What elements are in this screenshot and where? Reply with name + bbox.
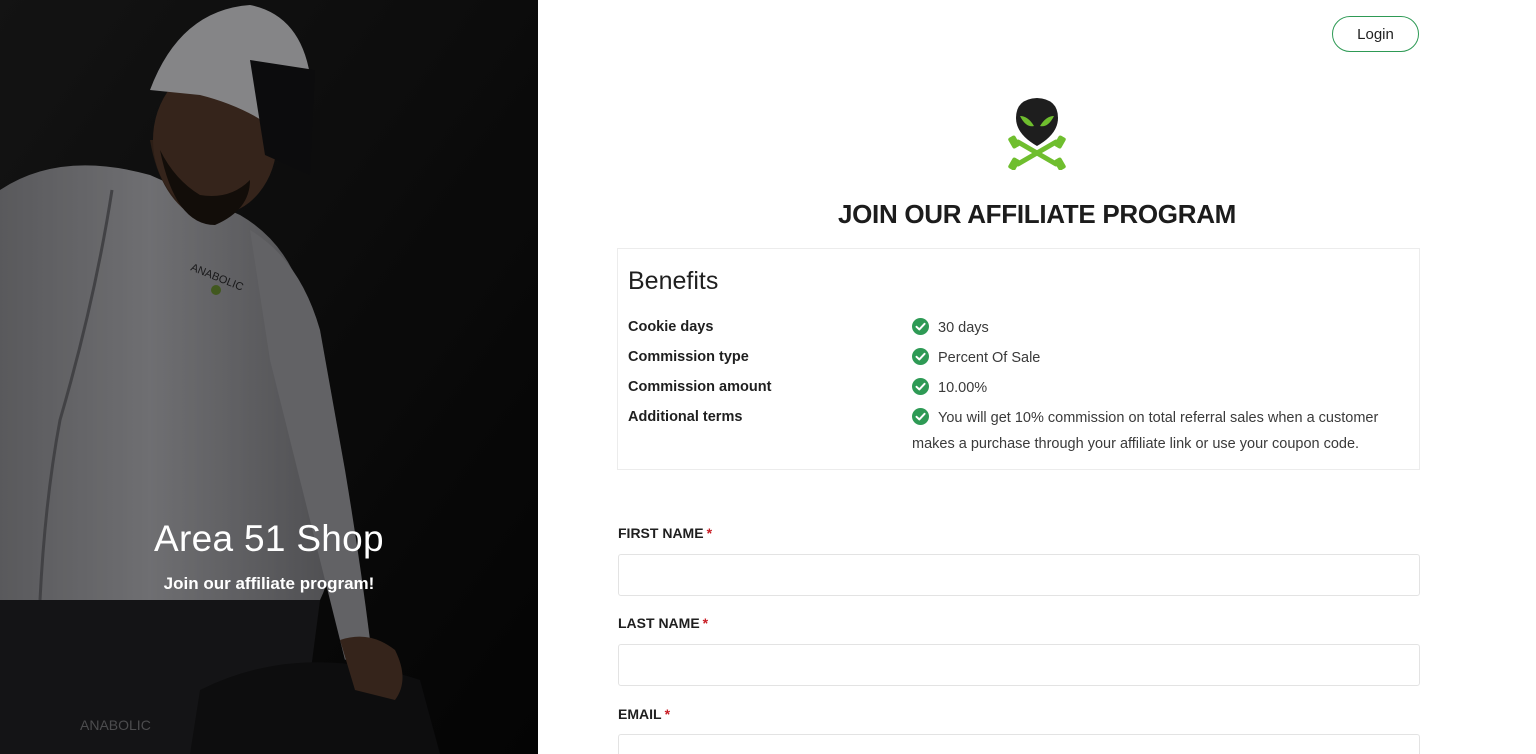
last-name-label: LAST NAME * xyxy=(618,615,708,631)
required-mark: * xyxy=(702,615,709,631)
benefit-value: Percent Of Sale xyxy=(938,350,1041,366)
check-circle-icon xyxy=(912,318,929,335)
first-name-label: FIRST NAME * xyxy=(618,525,712,541)
last-name-input[interactable] xyxy=(618,644,1420,686)
benefit-label: Additional terms xyxy=(628,409,743,425)
benefit-value: 10.00% xyxy=(938,380,988,396)
required-mark: * xyxy=(706,525,713,541)
benefit-value: 30 days xyxy=(938,320,989,336)
benefit-value: You will get 10% commission on total ref… xyxy=(912,410,1379,452)
first-name-label-text: FIRST NAME xyxy=(618,525,704,541)
benefit-label: Commission amount xyxy=(628,379,772,395)
hero-subtitle: Join our affiliate program! xyxy=(163,574,375,593)
email-label-text: EMAIL xyxy=(618,706,662,722)
email-input[interactable] xyxy=(618,734,1420,754)
hero-photo: ANABOLIC ANABOLIC xyxy=(0,0,538,754)
required-mark: * xyxy=(664,706,671,722)
alien-logo-icon xyxy=(1008,98,1066,170)
email-label: EMAIL * xyxy=(618,706,670,722)
benefit-label: Cookie days xyxy=(628,319,714,335)
hero-panel: ANABOLIC ANABOLIC Area 51 Shop Join our … xyxy=(0,0,538,754)
check-circle-icon xyxy=(912,378,929,395)
benefits-card: Benefits Cookie days 30 days Commission … xyxy=(617,248,1420,470)
benefit-label: Commission type xyxy=(628,349,749,365)
page-title: JOIN OUR AFFILIATE PROGRAM xyxy=(837,199,1237,229)
check-circle-icon xyxy=(912,408,929,425)
benefits-title: Benefits xyxy=(628,267,719,295)
first-name-input[interactable] xyxy=(618,554,1420,596)
login-button[interactable]: Login xyxy=(1332,16,1419,52)
hero-title: Area 51 Shop xyxy=(154,518,384,559)
check-circle-icon xyxy=(912,348,929,365)
last-name-label-text: LAST NAME xyxy=(618,615,700,631)
